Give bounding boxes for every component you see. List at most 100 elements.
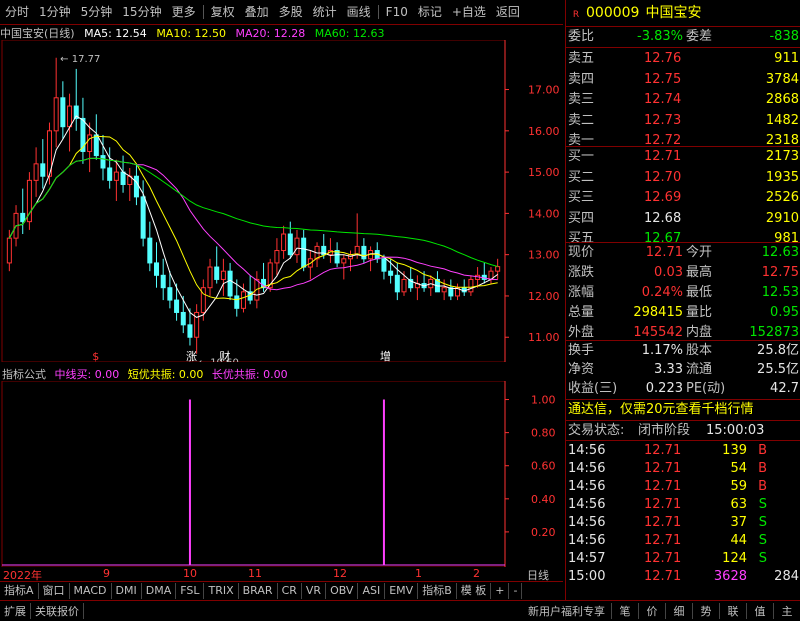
panel-tab[interactable]: 联 — [719, 603, 746, 619]
bottom-left-button[interactable]: 扩展 — [0, 603, 31, 619]
toolbar-button[interactable]: 15分钟 — [117, 0, 166, 24]
indicator-tab[interactable]: EMV — [385, 583, 419, 599]
stat-value: 12.53 — [761, 285, 799, 300]
stat-value: 0.95 — [770, 305, 799, 320]
level-volume: 2910 — [765, 210, 799, 226]
candle-body — [441, 287, 447, 293]
toolbar-button[interactable]: 叠加 — [240, 0, 274, 24]
indicator-tab[interactable]: DMI — [112, 583, 142, 599]
tick-time: 14:56 — [568, 533, 606, 548]
indicator-tab[interactable]: 指标A — [0, 583, 39, 599]
bid-row[interactable]: 买一 12.71 2173 — [566, 148, 800, 166]
bid-row[interactable]: 买三 12.69 2526 — [566, 189, 800, 207]
stat-value: 298415 — [633, 305, 683, 320]
toolbar-button[interactable]: F10 — [381, 0, 413, 24]
indicator-tab[interactable]: 窗口 — [39, 583, 70, 599]
stat-label: 现价 — [568, 245, 595, 260]
indicator-name[interactable]: 指标公式 — [2, 368, 46, 381]
toolbar-button[interactable]: 统计 — [308, 0, 342, 24]
bottom-bar: 扩展 关联报价 新用户福利专享笔价细势联值主 — [0, 600, 800, 621]
panel-tab[interactable]: 细 — [665, 603, 692, 619]
candle-body — [120, 171, 126, 185]
level-volume: 911 — [774, 51, 799, 66]
panel-tab[interactable]: 值 — [746, 603, 773, 619]
candle-body — [468, 278, 474, 293]
indicator-chart[interactable]: 0.20 0.40 0.60 0.80 1.00 — [0, 381, 563, 567]
event-mark[interactable]: $ — [92, 350, 99, 362]
toolbar-button[interactable]: 多股 — [274, 0, 308, 24]
fundamental-value: 3.33 — [654, 362, 683, 377]
bottom-left-button[interactable]: 关联报价 — [31, 603, 84, 619]
indicator-tab[interactable]: VR — [302, 583, 327, 599]
y-tick-label: 11.00 — [528, 331, 560, 344]
fundamental-value: 25.5亿 — [757, 362, 799, 377]
tick-price: 12.71 — [644, 569, 682, 584]
tick-time: 15:00 — [568, 569, 606, 584]
ask-row[interactable]: 卖四 12.75 3784 — [566, 71, 800, 89]
event-mark[interactable]: 增 — [380, 349, 391, 362]
toolbar-button[interactable]: 5分钟 — [76, 0, 118, 24]
bid-row[interactable]: 买四 12.68 2910 — [566, 210, 800, 228]
kline-chart[interactable]: 11.00 12.00 13.00 14.00 15.00 16.00 17.00 ← 17.… — [0, 40, 563, 362]
toolbar-button[interactable]: 复权 — [206, 0, 240, 24]
event-mark[interactable]: 财 — [219, 349, 230, 362]
panel-tab[interactable]: 价 — [638, 603, 665, 619]
indicator-y-label: 0.80 — [531, 427, 556, 440]
divider — [566, 26, 800, 27]
ask-row[interactable]: 卖五 12.76 911 — [566, 50, 800, 68]
indicator-tab[interactable]: + — [491, 583, 510, 599]
indicator-tab[interactable]: 模 板 — [457, 583, 492, 599]
level-label: 卖五 — [568, 51, 595, 66]
toolbar-button[interactable]: 画线 — [342, 0, 376, 24]
level-price: 12.69 — [644, 190, 682, 205]
ask-row[interactable]: 卖二 12.73 1482 — [566, 112, 800, 130]
event-mark[interactable]: 涨 — [186, 350, 197, 362]
indicator-tab[interactable]: TRIX — [204, 583, 239, 599]
indicator-tab[interactable]: - — [509, 583, 523, 599]
indicator-tab[interactable]: DMA — [142, 583, 177, 599]
y-tick-label: 13.00 — [528, 249, 560, 262]
toolbar-button[interactable]: 标记 — [413, 0, 447, 24]
stat-label: 涨跌 — [568, 265, 595, 280]
ask-row[interactable]: 卖三 12.74 2868 — [566, 91, 800, 109]
level-price: 12.70 — [644, 169, 682, 185]
candle-body — [281, 233, 287, 252]
indicator-tab[interactable]: 指标B — [418, 583, 457, 599]
tick-side: 284 — [774, 569, 799, 584]
tick-side: B — [758, 479, 767, 494]
panel-tab[interactable]: 主 — [773, 603, 800, 619]
candle-body — [207, 266, 213, 289]
toolbar-button[interactable]: 返回 — [491, 0, 525, 24]
indicator-tab[interactable]: FSL — [176, 583, 205, 599]
promo-banner[interactable]: 通达信，仅需20元查看千档行情 — [568, 401, 800, 419]
candle-body — [87, 134, 93, 152]
bid-row[interactable]: 买二 12.70 1935 — [566, 169, 800, 187]
indicator-tab[interactable]: OBV — [326, 583, 359, 599]
indicator-tab[interactable]: MACD — [70, 583, 112, 599]
tick-volume: 59 — [730, 479, 747, 494]
panel-tab[interactable]: 笔 — [611, 603, 638, 619]
toolbar-button[interactable]: +自选 — [447, 0, 491, 24]
indicator-tab[interactable]: ASI — [358, 583, 386, 599]
panel-tab[interactable]: 势 — [692, 603, 719, 619]
indicator-title-row: 指标公式 中线买: 0.00 短优共振: 0.00 长优共振: 0.00 — [2, 366, 293, 381]
level-volume: 1482 — [765, 112, 799, 128]
candle-body — [214, 266, 220, 280]
indicator-tabs: 指标A 窗口 MACD DMI DMA FSL TRIX BRAR CR VR OBV ASI EMV 指… — [0, 581, 563, 600]
promo-link[interactable]: 新用户福利专享 — [522, 603, 611, 619]
toolbar-button[interactable]: 1分钟 — [34, 0, 76, 24]
tick-price: 12.71 — [644, 533, 682, 548]
indicator-tab[interactable]: CR — [278, 583, 302, 599]
stock-title[interactable]: 中国宝安(日线) — [0, 27, 75, 40]
toolbar-button[interactable]: 更多 — [167, 0, 201, 24]
indicator-tab[interactable]: BRAR — [239, 583, 278, 599]
y-tick-label: 16.00 — [528, 125, 560, 138]
toolbar-button[interactable]: 分时 — [0, 0, 34, 24]
fundamental-label: 净资 — [568, 362, 595, 377]
tick-side: B — [758, 461, 767, 476]
fundamental-row: 换手 1.17% 股本 25.8亿 — [566, 342, 800, 360]
fundamental-value: 0.223 — [645, 381, 683, 396]
level-label: 卖四 — [568, 71, 595, 87]
divider — [566, 47, 800, 48]
stat-label: 量比 — [686, 305, 713, 320]
